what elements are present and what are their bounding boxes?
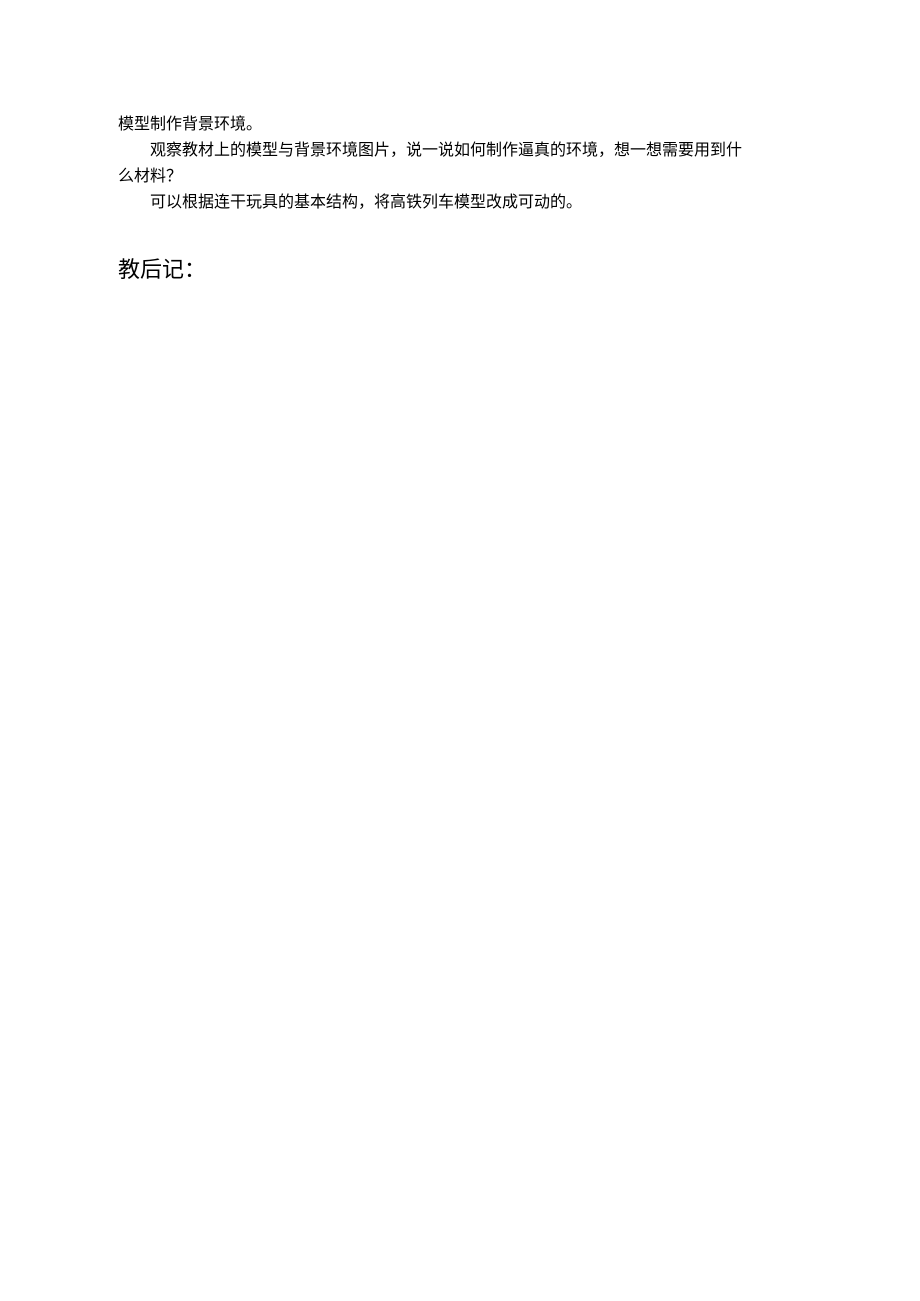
- body-text-block: 模型制作背景环境。 观察教材上的模型与背景环境图片，说一说如何制作逼真的环境，想…: [118, 112, 802, 216]
- paragraph-line-4: 可以根据连干玩具的基本结构，将高铁列车模型改成可动的。: [118, 190, 802, 216]
- paragraph-line-2: 观察教材上的模型与背景环境图片，说一说如何制作逼真的环境，想一想需要用到什: [118, 138, 802, 164]
- document-page: 模型制作背景环境。 观察教材上的模型与背景环境图片，说一说如何制作逼真的环境，想…: [0, 0, 920, 284]
- paragraph-line-1: 模型制作背景环境。: [118, 112, 802, 138]
- paragraph-line-3: 么材料？: [118, 164, 802, 190]
- section-heading: 教后记：: [118, 252, 802, 284]
